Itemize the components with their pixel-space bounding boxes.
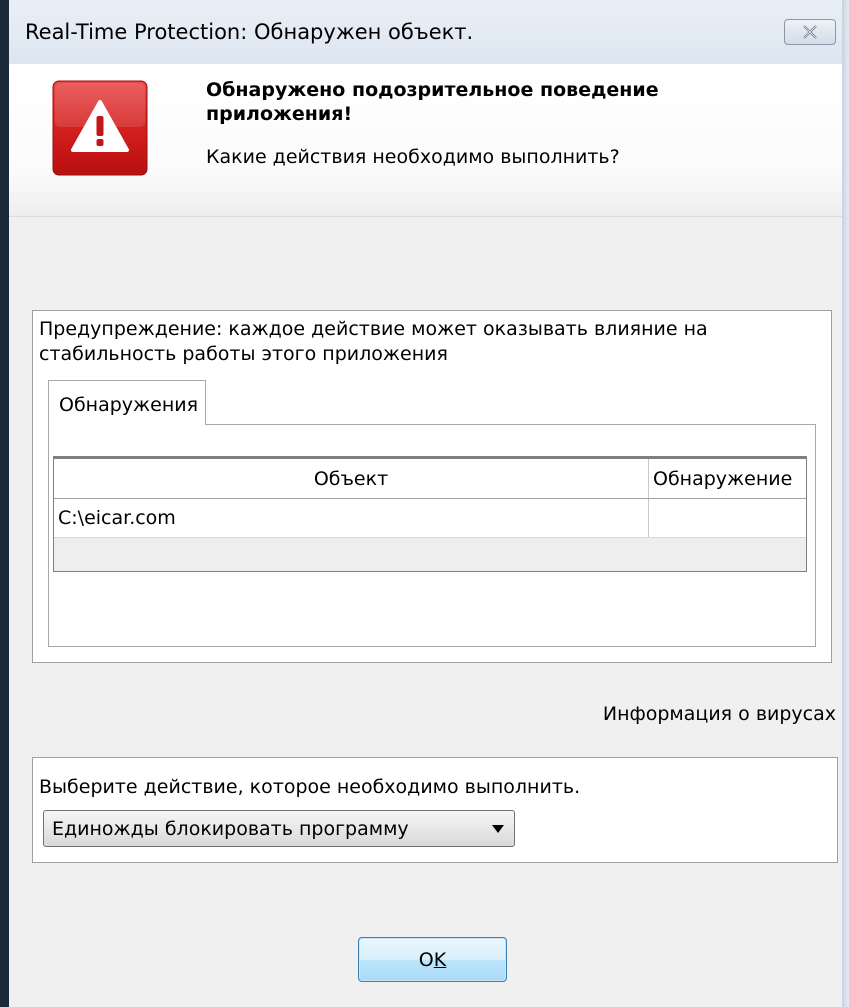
- tab-detections[interactable]: Обнаружения: [48, 380, 206, 425]
- ok-label-mnemonic: K: [433, 948, 447, 971]
- title-bar[interactable]: Real-Time Protection: Обнаружен объект.: [9, 0, 842, 65]
- alert-question: Какие действия необходимо выполнить?: [206, 146, 620, 168]
- alert-title: Обнаружено подозрительное поведение прил…: [206, 79, 659, 125]
- table-empty-row: [54, 538, 806, 571]
- window-title: Real-Time Protection: Обнаружен объект.: [25, 20, 474, 44]
- tab-label: Обнаружения: [59, 394, 199, 416]
- alert-header: Обнаружено подозрительное поведение прил…: [9, 64, 842, 217]
- warning-text: Предупреждение: каждое действие может ок…: [39, 318, 708, 365]
- cell-object: C:\eicar.com: [54, 499, 649, 537]
- close-button[interactable]: [784, 19, 836, 45]
- action-select-value: Единожды блокировать программу: [52, 818, 409, 840]
- ok-label-prefix: O: [418, 948, 434, 971]
- window-border-right: [842, 0, 849, 1007]
- action-label: Выберите действие, которое необходимо вы…: [39, 776, 581, 798]
- table-header-row: Объект Обнаружение: [54, 459, 806, 499]
- close-icon: [803, 25, 817, 39]
- column-header-object[interactable]: Объект: [54, 459, 649, 498]
- action-group: Выберите действие, которое необходимо вы…: [32, 757, 838, 863]
- table-row[interactable]: C:\eicar.com: [54, 499, 806, 538]
- warning-triangle-icon: [52, 80, 148, 176]
- virus-info-link[interactable]: Информация о вирусах: [603, 703, 836, 725]
- cell-detection: [649, 499, 806, 537]
- detections-table: Объект Обнаружение C:\eicar.com: [53, 456, 807, 572]
- ok-button[interactable]: OK: [358, 937, 507, 982]
- action-select[interactable]: Единожды блокировать программу: [43, 810, 515, 847]
- empty-cell: [54, 538, 649, 571]
- empty-cell: [649, 538, 806, 571]
- chevron-down-icon: [492, 825, 504, 833]
- column-header-detection[interactable]: Обнаружение: [649, 459, 806, 498]
